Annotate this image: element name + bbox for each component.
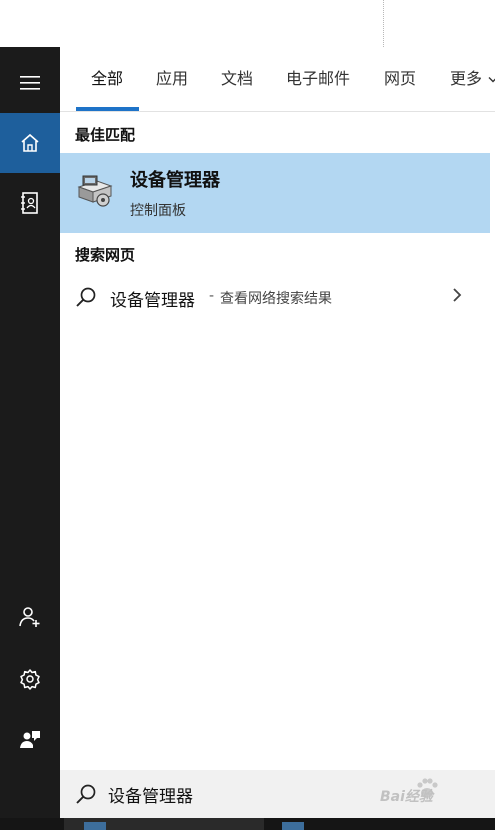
chevron-right-icon bbox=[453, 288, 462, 302]
hamburger-menu-button[interactable] bbox=[0, 53, 60, 113]
baidu-jingyan-watermark: Bai经验 bbox=[380, 776, 490, 810]
sidebar-item-notebook[interactable] bbox=[0, 173, 60, 233]
active-tab-indicator bbox=[76, 107, 139, 111]
tab-apps[interactable]: 应用 bbox=[156, 47, 188, 111]
tab-web[interactable]: 网页 bbox=[384, 47, 416, 111]
search-input[interactable] bbox=[108, 778, 408, 810]
sidebar-item-feedback[interactable] bbox=[0, 709, 60, 769]
web-search-result[interactable]: 设备管理器 - 查看网络搜索结果 bbox=[60, 276, 490, 318]
best-match-subtitle: 控制面板 bbox=[130, 203, 186, 219]
search-results-panel: 全部 应用 文档 电子邮件 网页 更多 最佳匹配 设备管理器 控制面板 搜索网页… bbox=[60, 47, 495, 830]
best-match-heading: 最佳匹配 bbox=[75, 126, 136, 144]
tab-all[interactable]: 全部 bbox=[91, 47, 123, 111]
add-person-icon bbox=[19, 607, 40, 627]
taskbar-app-icon[interactable] bbox=[84, 822, 106, 830]
best-match-title: 设备管理器 bbox=[130, 170, 220, 191]
sidebar-item-settings[interactable] bbox=[0, 649, 60, 709]
desktop-top-strip bbox=[0, 0, 495, 47]
web-search-query: 设备管理器 bbox=[110, 291, 195, 311]
dotted-divider bbox=[383, 0, 384, 47]
chevron-down-icon bbox=[488, 76, 495, 82]
search-box-icon bbox=[76, 784, 96, 804]
search-icon bbox=[76, 287, 96, 307]
hamburger-menu-icon bbox=[20, 76, 40, 90]
tab-more-label: 更多 bbox=[450, 69, 483, 88]
tab-documents[interactable]: 文档 bbox=[221, 47, 253, 111]
taskbar-app-icon[interactable] bbox=[282, 822, 304, 830]
filter-tabs: 全部 应用 文档 电子邮件 网页 更多 bbox=[60, 47, 495, 112]
web-search-separator: - bbox=[209, 288, 215, 304]
sidebar-item-home[interactable] bbox=[0, 113, 60, 173]
sidebar bbox=[0, 47, 60, 830]
tab-email[interactable]: 电子邮件 bbox=[286, 47, 350, 111]
watermark-text: Bai经验 bbox=[380, 789, 433, 805]
notebook-icon bbox=[21, 192, 38, 214]
home-icon bbox=[21, 133, 39, 152]
sidebar-item-add-account[interactable] bbox=[0, 587, 60, 647]
best-match-result[interactable]: 设备管理器 控制面板 bbox=[60, 153, 490, 233]
device-manager-icon bbox=[77, 175, 113, 207]
gear-icon bbox=[20, 669, 40, 690]
taskbar bbox=[0, 818, 495, 830]
web-search-hint: 查看网络搜索结果 bbox=[220, 291, 332, 307]
tab-more[interactable]: 更多 bbox=[450, 47, 495, 111]
web-search-heading: 搜索网页 bbox=[75, 246, 136, 264]
feedback-icon bbox=[20, 731, 40, 748]
